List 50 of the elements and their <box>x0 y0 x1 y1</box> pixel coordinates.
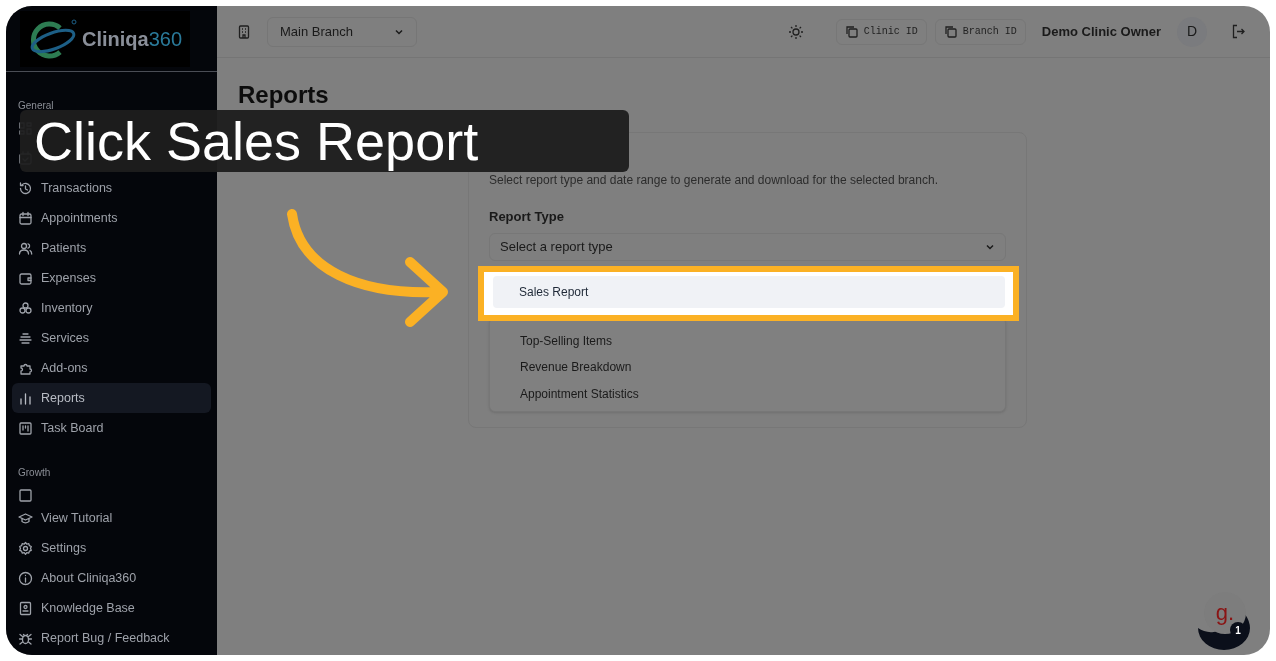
sidebar-item[interactable]: View Tutorial <box>12 503 211 533</box>
sidebar-item[interactable]: Appointments <box>12 203 211 233</box>
sidebar-item[interactable]: About Cliniqa360 <box>12 563 211 593</box>
copy-button[interactable]: Clinic ID <box>835 18 927 45</box>
sidebar-item[interactable]: Knowledge Base <box>12 593 211 623</box>
tray-icon <box>18 330 33 346</box>
report-type-select[interactable]: Select a report type <box>489 232 1006 261</box>
square-icon <box>18 487 33 503</box>
card-subtitle: Select report type and date range to generate and download for the selected branch. <box>489 172 939 189</box>
boxes-icon <box>18 300 33 316</box>
book-icon <box>18 600 33 616</box>
logo-icon <box>28 17 78 60</box>
sidebar-item[interactable]: Reports <box>12 383 211 413</box>
section-heading: Growth <box>17 466 52 480</box>
section-heading: General <box>17 99 55 113</box>
sidebar-item[interactable]: Patients <box>12 233 211 263</box>
copy-icon <box>943 25 957 38</box>
sidebar-item[interactable]: Expenses <box>12 263 211 293</box>
branch-select[interactable]: Main Branch <box>267 16 417 47</box>
sun-icon[interactable] <box>787 23 804 40</box>
users-icon <box>18 240 33 256</box>
dropdown-option[interactable]: Revenue Breakdown <box>494 354 1001 381</box>
settings-icon <box>18 540 33 556</box>
copy-button[interactable]: Branch ID <box>934 18 1026 45</box>
dropdown-option[interactable]: Sales Report <box>493 276 1005 308</box>
dropdown-option[interactable]: Top-Selling Items <box>494 327 1001 354</box>
user-name: Demo Clinic Owner <box>1041 22 1161 41</box>
dropdown-option[interactable]: Appointment Statistics <box>494 380 1001 407</box>
tutorial-tooltip: Click Sales Report <box>20 110 629 172</box>
bar-chart-icon <box>18 390 33 406</box>
sidebar-item[interactable]: Settings <box>12 533 211 563</box>
logout-icon[interactable] <box>1231 24 1246 39</box>
field-label: Report Type <box>489 208 565 226</box>
sidebar-item[interactable]: Services <box>12 323 211 353</box>
wallet-icon <box>18 270 33 286</box>
sidebar-item[interactable]: Task Board <box>12 413 211 443</box>
sidebar-item[interactable]: Transactions <box>12 173 211 203</box>
building-icon <box>237 24 251 39</box>
graduation-cap-icon <box>18 510 33 526</box>
calendar-icon <box>18 210 33 226</box>
logo-text: Cliniqa360 <box>82 26 183 52</box>
user-avatar[interactable]: D <box>1177 16 1207 47</box>
sidebar-item[interactable]: Inventory <box>12 293 211 323</box>
sidebar-item[interactable]: Add-ons <box>12 353 211 383</box>
info-icon <box>18 570 33 586</box>
history-icon <box>18 180 33 196</box>
sidebar-item[interactable]: Report Bug / Feedback <box>12 623 211 653</box>
page-title: Reports <box>238 80 330 110</box>
board-icon <box>18 420 33 436</box>
copy-icon <box>844 25 858 38</box>
